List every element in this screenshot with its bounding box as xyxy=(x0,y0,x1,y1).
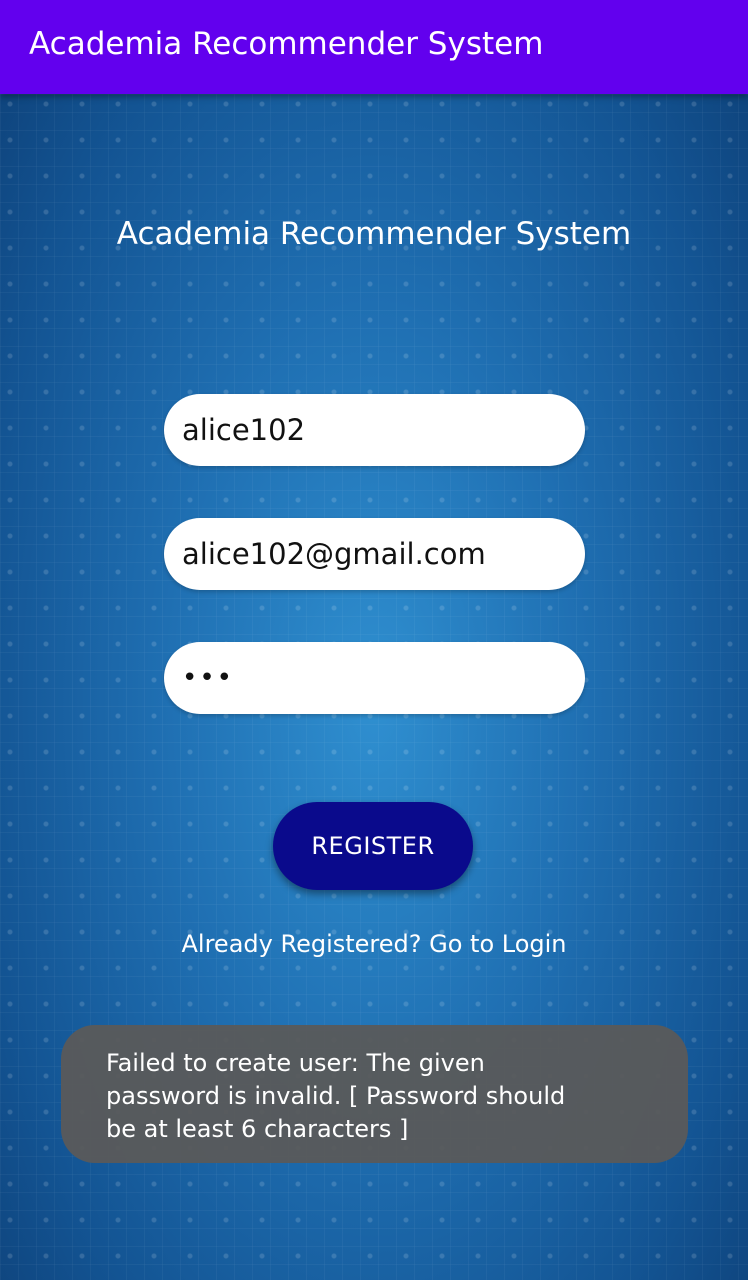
page-title: Academia Recommender System xyxy=(116,216,632,252)
email-input[interactable]: alice102@gmail.com xyxy=(164,518,585,590)
app-bar: Academia Recommender System xyxy=(0,0,748,94)
app-bar-title: Academia Recommender System xyxy=(29,26,544,62)
error-toast: Failed to create user: The given passwor… xyxy=(61,1025,688,1163)
register-button[interactable]: REGISTER xyxy=(273,802,473,890)
go-to-login-link[interactable]: Already Registered? Go to Login xyxy=(0,926,748,962)
password-input[interactable]: ••• xyxy=(164,642,585,714)
toast-message: Failed to create user: The given passwor… xyxy=(106,1049,566,1143)
username-input[interactable]: alice102 xyxy=(164,394,585,466)
